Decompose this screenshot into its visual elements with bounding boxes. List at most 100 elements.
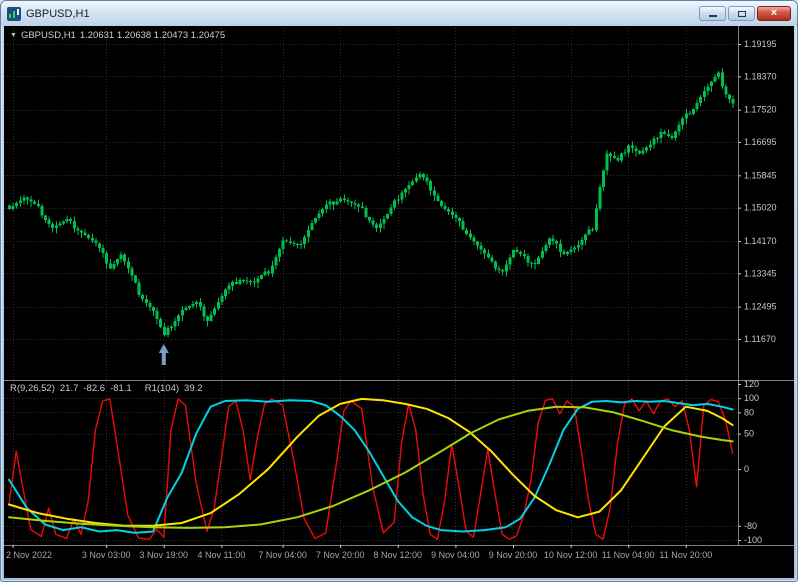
candle-body — [263, 271, 267, 276]
candle-body — [447, 208, 451, 212]
candle-body — [710, 81, 713, 87]
indicator-value-2: -82.6 — [83, 383, 106, 394]
candle-body — [422, 173, 425, 178]
candle-body — [731, 99, 735, 104]
price-axis-label: 1.13345 — [744, 268, 777, 278]
candle-body — [112, 263, 116, 269]
candle-body — [598, 187, 602, 209]
chart-canvas[interactable]: 1.19195 1.18370 1.17520 1.16695 1.15845 1.150… — [4, 26, 794, 578]
candle-body — [699, 97, 703, 104]
candle-body — [414, 177, 418, 182]
candle-body — [371, 220, 375, 225]
candle-body — [170, 326, 173, 329]
candle-body — [692, 109, 695, 115]
symbol-ohlc-label: ▼ GBPUSD,H1 1.20631 1.20638 1.20473 1.20… — [10, 30, 225, 41]
time-axis-label: 3 Nov 03:00 — [82, 550, 131, 560]
candle-body — [26, 197, 29, 200]
candle-body — [198, 302, 202, 307]
candle-body — [54, 225, 58, 228]
candle-body — [508, 257, 512, 265]
candle-body — [382, 218, 386, 224]
candle-body — [504, 264, 508, 272]
candle-body — [458, 217, 461, 221]
oscillator-line-r1-104-chartreuse — [8, 405, 734, 529]
candle-body — [126, 261, 130, 269]
candle-body — [670, 135, 674, 138]
candle-body — [29, 199, 33, 202]
indicator-value-1: 21.7 — [59, 383, 79, 394]
candle-body — [202, 306, 206, 317]
candle-body — [425, 177, 429, 182]
candle-body — [486, 253, 490, 258]
candle-body — [566, 251, 569, 255]
candle-body — [346, 200, 350, 202]
candle-body — [11, 206, 15, 209]
candle-body — [483, 249, 487, 254]
symbol-name: GBPUSD,H1 — [20, 30, 76, 41]
candle-body — [411, 181, 415, 186]
candle-body — [724, 86, 728, 95]
candle-body — [134, 275, 137, 283]
time-axis-label: 10 Nov 12:00 — [544, 550, 598, 560]
candle-body — [674, 131, 677, 138]
candle-body — [454, 214, 458, 218]
candle-body — [540, 251, 544, 258]
candle-body — [512, 250, 515, 258]
price-axis-label: 1.18370 — [744, 71, 777, 81]
candle-body — [220, 295, 224, 303]
candle-body — [652, 138, 656, 145]
window-titlebar[interactable]: GBPUSD,H1 × — [1, 1, 797, 26]
indicator-axis-label: 50 — [744, 429, 754, 439]
candle-body — [188, 306, 191, 309]
candle-body — [695, 103, 699, 110]
candle-body — [267, 271, 271, 274]
candle-body — [440, 200, 443, 206]
indicator-name: R(9,26,52) — [10, 383, 55, 394]
time-axis-label: 7 Nov 04:00 — [258, 550, 307, 560]
candle-body — [526, 256, 530, 263]
candle-body — [332, 201, 335, 205]
minimize-button[interactable] — [699, 6, 726, 21]
candle-body — [281, 240, 285, 249]
candle-body — [94, 240, 98, 244]
candle-body — [591, 229, 595, 231]
candle-body — [627, 145, 631, 153]
candle-body — [108, 263, 112, 269]
oscillator-line-r-slow-yellow — [8, 397, 734, 527]
candle-body — [609, 153, 613, 156]
candle-body — [69, 219, 73, 221]
candle-body — [587, 229, 591, 235]
close-button[interactable]: × — [757, 6, 791, 21]
candle-body — [378, 223, 382, 228]
candle-body — [353, 203, 357, 205]
candle-body — [238, 280, 242, 284]
candle-body — [602, 170, 605, 187]
candle-body — [562, 251, 566, 255]
candle-body — [533, 263, 537, 265]
indicator-axis-label: 100 — [744, 393, 759, 403]
indicator-value-3: -81.1 — [110, 383, 132, 394]
candle-body — [177, 315, 181, 322]
candle-body — [360, 206, 364, 208]
price-axis-label: 1.15845 — [744, 170, 777, 180]
chart-window-icon — [7, 6, 21, 21]
candle-body — [213, 308, 217, 315]
candle-body — [396, 199, 400, 201]
candle-body — [717, 72, 721, 78]
price-axis-label: 1.11670 — [744, 334, 776, 344]
candle-body — [620, 153, 623, 161]
restore-button[interactable] — [728, 6, 755, 21]
candle-body — [418, 173, 422, 178]
symbol-dropdown-icon[interactable]: ▼ — [10, 32, 17, 39]
candle-body — [544, 244, 548, 252]
candle-body — [659, 131, 663, 138]
candle-body — [242, 280, 245, 282]
price-axis-label: 1.17520 — [744, 105, 777, 115]
candle-body — [231, 282, 235, 286]
candle-body — [306, 229, 310, 237]
arrow-annotation[interactable] — [158, 344, 169, 365]
candle-body — [296, 244, 299, 246]
window-title: GBPUSD,H1 — [26, 7, 90, 20]
candle-body — [612, 155, 616, 158]
minimize-icon — [708, 15, 717, 17]
